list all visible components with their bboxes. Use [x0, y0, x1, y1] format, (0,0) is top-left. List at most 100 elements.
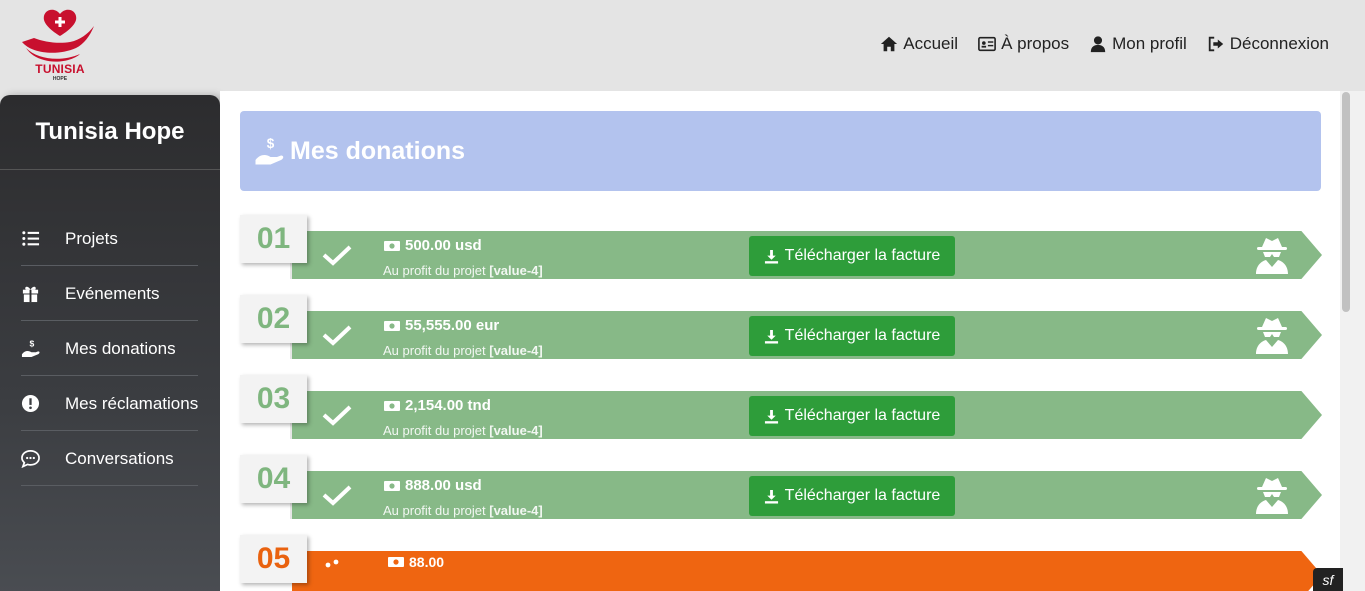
download-invoice-button[interactable]: Télécharger la facture [749, 396, 955, 436]
sidebar-item-projets[interactable]: Projets [0, 211, 220, 266]
project-name: [value-4] [489, 503, 543, 518]
tunisia-hope-logo[interactable]: TUNISIA HOPE [18, 8, 102, 84]
donation-amount: 55,555.00 eur [383, 317, 499, 334]
donation-row: 05 88.00 [240, 535, 1325, 591]
donation-project: Au profit du projet [value-4] [383, 503, 543, 518]
donation-amount: 500.00 usd [383, 237, 482, 254]
exclamation-icon [20, 394, 40, 414]
project-name: [value-4] [489, 343, 543, 358]
donation-amount-text: 88.00 [409, 554, 445, 570]
donation-number: 02 [240, 295, 307, 343]
check-icon [322, 245, 352, 266]
sidebar-menu: Projets Evénements $ Mes donations Mes r… [0, 211, 220, 486]
donation-project: Au profit du projet [value-4] [383, 263, 543, 278]
profit-prefix: Au profit du projet [383, 503, 486, 518]
donation-number: 05 [240, 535, 307, 583]
nav-accueil[interactable]: Accueil [880, 34, 958, 54]
download-invoice-label: Télécharger la facture [784, 247, 941, 264]
sidebar-item-label: Mes donations [65, 338, 176, 358]
logo-brand-text: TUNISIA [35, 62, 85, 76]
nav-deconnexion[interactable]: Déconnexion [1207, 34, 1329, 54]
list-icon [20, 229, 40, 249]
download-invoice-button[interactable]: Télécharger la facture [749, 476, 955, 516]
nav-mon-profil[interactable]: Mon profil [1089, 34, 1187, 54]
user-icon [1090, 36, 1106, 53]
sidebar: Tunisia Hope Projets Evénements $ Mes do… [0, 95, 220, 591]
nav-deconnexion-label: Déconnexion [1229, 34, 1329, 53]
download-invoice-label: Télécharger la facture [784, 407, 941, 424]
nav-a-propos-label: À propos [1001, 34, 1070, 53]
symfony-toolbar-toggle-icon[interactable]: sf [1313, 568, 1343, 591]
anonymous-spy-icon [1256, 318, 1288, 354]
id-card-icon [978, 36, 996, 52]
scrollbar-thumb[interactable] [1342, 92, 1350, 312]
check-icon [322, 485, 352, 506]
sidebar-item-evenements[interactable]: Evénements [0, 266, 220, 321]
heart-hands-icon [22, 9, 94, 62]
download-invoice-button[interactable]: Télécharger la facture [749, 316, 955, 356]
donation-amount: 88.00 [387, 554, 444, 570]
profit-prefix: Au profit du projet [383, 423, 486, 438]
row-connector [290, 343, 292, 359]
nav-a-propos[interactable]: À propos [978, 34, 1069, 54]
sidebar-item-label: Mes réclamations [65, 393, 199, 413]
anonymous-spy-icon [1256, 238, 1288, 274]
donation-amount: 2,154.00 tnd [383, 397, 491, 414]
donation-amount: 888.00 usd [383, 477, 482, 494]
sidebar-item-label: Projets [65, 228, 118, 248]
donation-row: 02 55,555.00 eur Au profit du projet [va… [240, 295, 1325, 359]
project-name: [value-4] [489, 263, 543, 278]
donation-amount-text: 888.00 usd [405, 477, 482, 494]
money-bill-icon [384, 320, 400, 331]
nav-mon-profil-label: Mon profil [1112, 34, 1187, 53]
profit-prefix: Au profit du projet [383, 343, 486, 358]
profit-prefix: Au profit du projet [383, 263, 486, 278]
money-bill-icon [388, 557, 404, 567]
donation-amount-text: 55,555.00 eur [405, 317, 500, 334]
logo-sub-text: HOPE [52, 76, 68, 82]
donation-number: 04 [240, 455, 307, 503]
download-icon [764, 489, 778, 504]
gift-icon [20, 284, 40, 304]
sidebar-item-label: Evénements [65, 283, 160, 303]
donation-row: 03 2,154.00 tnd Au profit du projet [val… [240, 375, 1325, 439]
donation-row: 01 500.00 usd Au profit du projet [value… [240, 215, 1325, 279]
donation-amount-text: 500.00 usd [405, 237, 482, 254]
page-title: Mes donations [290, 136, 466, 165]
donation-project: Au profit du projet [value-4] [383, 423, 543, 438]
money-bill-icon [384, 240, 400, 251]
download-icon [764, 249, 778, 264]
chat-icon [20, 449, 40, 469]
top-nav: Accueil À propos Mon profil Déconnexion [880, 34, 1329, 54]
home-icon [881, 36, 898, 52]
money-bill-icon [384, 480, 400, 491]
main-content: $ Mes donations 01 500.00 usd Au profit … [220, 91, 1340, 591]
sidebar-item-label: Conversations [65, 448, 174, 468]
sidebar-item-mes-reclamations[interactable]: Mes réclamations [0, 376, 220, 431]
logout-icon [1208, 36, 1223, 52]
donation-project: Au profit du projet [value-4] [383, 343, 543, 358]
pending-dots-icon [325, 559, 339, 568]
row-connector [290, 423, 292, 439]
download-invoice-button[interactable]: Télécharger la facture [749, 236, 955, 276]
nav-accueil-label: Accueil [903, 34, 959, 53]
page-header-card: $ Mes donations [240, 111, 1321, 191]
donation-number: 01 [240, 215, 307, 263]
svg-text:$: $ [267, 136, 275, 151]
sidebar-item-mes-donations[interactable]: $ Mes donations [0, 321, 220, 376]
anonymous-spy-icon [1256, 478, 1288, 514]
check-icon [322, 325, 352, 346]
download-icon [764, 409, 778, 424]
sidebar-item-conversations[interactable]: Conversations [0, 431, 220, 486]
hand-donate-icon: $ [20, 339, 40, 359]
project-name: [value-4] [489, 423, 543, 438]
donation-number: 03 [240, 375, 307, 423]
download-icon [764, 329, 778, 344]
top-bar: TUNISIA HOPE Accueil À propos Mon profil… [0, 0, 1365, 91]
download-invoice-label: Télécharger la facture [784, 487, 941, 504]
donation-row: 04 888.00 usd Au profit du projet [value… [240, 455, 1325, 519]
row-connector [290, 263, 292, 279]
row-connector [290, 503, 292, 519]
hand-donate-icon: $ [255, 136, 284, 165]
svg-text:$: $ [29, 339, 34, 349]
